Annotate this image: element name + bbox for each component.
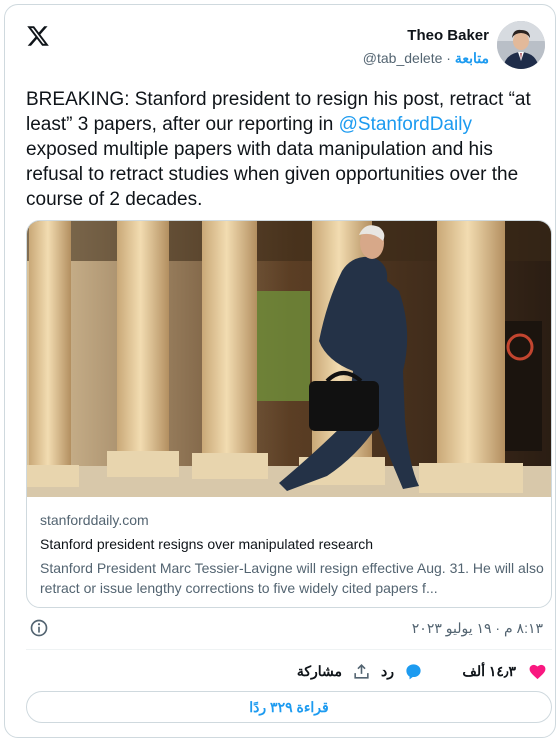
link-title[interactable]: Stanford president resigns over manipula… [40, 536, 546, 552]
like-count: ١٤٫٣ ألف [462, 662, 516, 679]
mention-link[interactable]: @StanfordDaily [339, 114, 472, 135]
divider [26, 649, 552, 650]
reply-button[interactable]: رد [381, 659, 423, 683]
share-label: مشاركة [296, 662, 342, 679]
article-image [27, 221, 551, 497]
tweet-card: Theo Baker متابعة · @tab_delete BREAKING… [4, 4, 556, 738]
avatar[interactable] [497, 21, 545, 69]
heart-icon [529, 664, 546, 679]
tweet-text: BREAKING: Stanford president to resign h… [26, 87, 546, 212]
link-meta: stanforddaily.com Stanford president res… [40, 512, 546, 598]
info-icon[interactable] [29, 618, 49, 638]
link-domain[interactable]: stanforddaily.com [40, 512, 546, 528]
read-replies-button[interactable]: قراءة ٣٢٩ ردًا [26, 691, 552, 723]
link-description: Stanford President Marc Tessier-Lavigne … [40, 560, 544, 596]
action-bar: ١٤٫٣ ألف رد مشاركة [5, 659, 557, 683]
tweet-text-part: exposed multiple papers with data manipu… [26, 139, 519, 210]
like-button[interactable]: ١٤٫٣ ألف [462, 659, 547, 683]
separator-dot: · [446, 50, 451, 66]
author-name[interactable]: Theo Baker [363, 27, 489, 44]
author-handle[interactable]: @tab_delete [363, 50, 443, 66]
link-preview-card[interactable]: stanforddaily.com Stanford president res… [26, 220, 552, 608]
author-subline: متابعة · @tab_delete [363, 50, 489, 67]
reply-label: رد [381, 662, 394, 679]
reply-icon [406, 663, 421, 679]
author-block: Theo Baker متابعة · @tab_delete [363, 27, 489, 67]
avatar-image [497, 21, 545, 69]
tweet-timestamp[interactable]: ٨:١٣ م · ١٩ يوليو ٢٠٢٣ [412, 620, 543, 637]
share-icon [354, 663, 369, 679]
share-button[interactable]: مشاركة [297, 659, 371, 683]
follow-button[interactable]: متابعة [455, 50, 489, 66]
x-logo-icon[interactable] [26, 24, 50, 48]
